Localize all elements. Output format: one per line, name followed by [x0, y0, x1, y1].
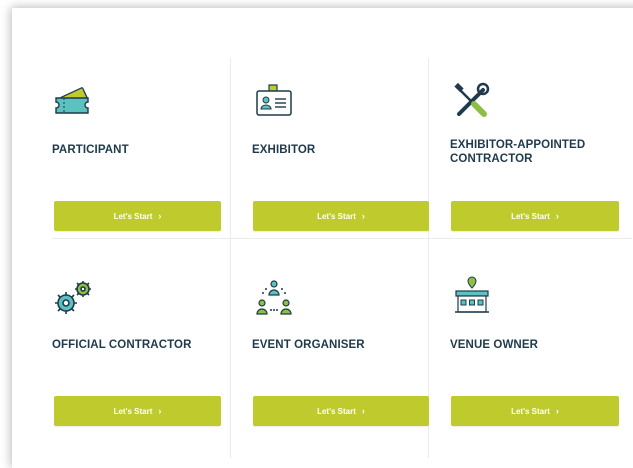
lets-start-button-exhibitor[interactable]: Let's Start › [253, 201, 429, 231]
column-divider [230, 58, 231, 458]
role-grid: PARTICIPANT Let's Start › EXHIBITOR Let'… [52, 58, 633, 458]
button-label: Let's Start [113, 211, 153, 221]
row-divider [52, 238, 632, 239]
button-label: Let's Start [511, 211, 550, 221]
venue-building-icon [450, 275, 494, 319]
role-title: EXHIBITOR-APPOINTED CONTRACTOR [450, 139, 586, 165]
chevron-right-icon: › [158, 211, 162, 221]
people-network-icon [252, 275, 296, 319]
chevron-right-icon: › [361, 211, 365, 221]
button-label: Let's Start [317, 406, 356, 416]
role-title: OFFICIAL CONTRACTOR [52, 339, 192, 351]
button-label: Let's Start [113, 406, 153, 416]
role-selection-panel: PARTICIPANT Let's Start › EXHIBITOR Let'… [12, 8, 633, 468]
id-badge-icon [252, 80, 296, 124]
lets-start-button-official-contractor[interactable]: Let's Start › [54, 396, 221, 426]
button-label: Let's Start [317, 211, 356, 221]
chevron-right-icon: › [555, 406, 559, 416]
button-label: Let's Start [511, 406, 550, 416]
chevron-right-icon: › [158, 406, 162, 416]
role-title: EXHIBITOR [252, 144, 316, 156]
lets-start-button-venue-owner[interactable]: Let's Start › [451, 396, 619, 426]
lets-start-button-event-organiser[interactable]: Let's Start › [253, 396, 429, 426]
chevron-right-icon: › [361, 406, 365, 416]
role-title: VENUE OWNER [450, 339, 538, 351]
role-title: PARTICIPANT [52, 144, 129, 156]
chevron-right-icon: › [555, 211, 559, 221]
lets-start-button-exhibitor-appointed-contractor[interactable]: Let's Start › [451, 201, 619, 231]
lets-start-button-participant[interactable]: Let's Start › [54, 201, 221, 231]
gears-icon [52, 275, 96, 319]
role-title: EVENT ORGANISER [252, 339, 365, 351]
tools-icon [450, 80, 494, 124]
ticket-icon [52, 80, 96, 124]
